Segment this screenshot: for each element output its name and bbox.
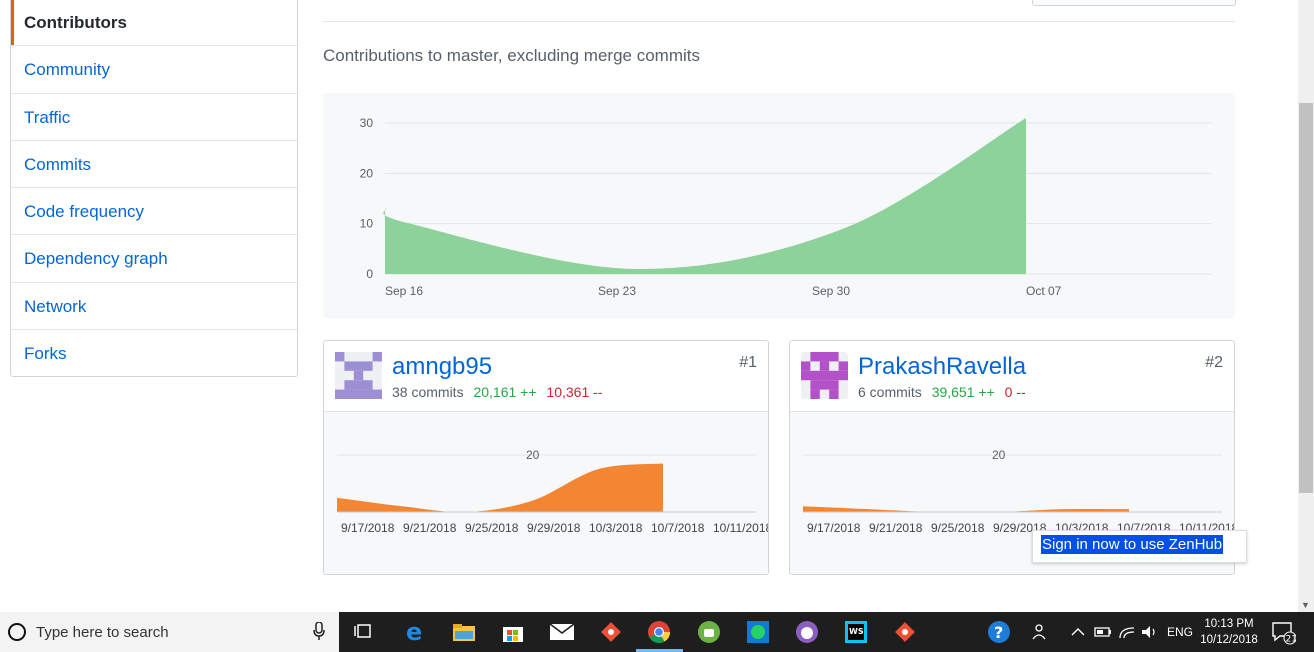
notification-count: 21 [1286, 635, 1297, 645]
zenhub-signin-prompt[interactable]: Sign in now to use ZenHub [1032, 530, 1247, 563]
volume-icon[interactable] [1134, 617, 1164, 647]
scroll-down-arrow-icon[interactable]: ▼ [1301, 600, 1310, 610]
x-tick-label: 9/25/2018 [465, 521, 519, 535]
mail-icon[interactable] [547, 617, 577, 647]
additions-count: 20,161 ++ [473, 384, 537, 400]
header-divider [323, 21, 1235, 22]
taskbar-clock[interactable]: 10:13 PM 10/12/2018 [1198, 616, 1260, 648]
taskbar-search-placeholder: Type here to search [36, 624, 169, 641]
contributor-card: amngb95 38 commits 20,161 ++ 10,361 -- #… [323, 340, 769, 575]
contributor-stats: 6 commits 39,651 ++ 0 -- [858, 384, 1026, 400]
y-tick-label: 0 [366, 267, 373, 281]
x-tick-label: Sep 23 [598, 284, 636, 298]
commits-link[interactable]: 6 commits [858, 384, 922, 400]
deletions-count: 10,361 -- [546, 384, 603, 400]
y-tick-label: 20 [360, 166, 374, 180]
x-tick-label: 10/7/2018 [651, 521, 705, 535]
contributor-rank: #2 [1205, 354, 1223, 371]
x-tick-label: 10/3/2018 [589, 521, 643, 535]
contributions-chart-svg: 0 10 20 30 Sep 16 Sep 23 Sep 30 Oct 07 [360, 116, 1211, 298]
x-tick-label: Oct 07 [1026, 284, 1062, 298]
taskbar-search-box[interactable]: Type here to search [0, 612, 339, 652]
sidebar-item-community[interactable]: Community [11, 45, 297, 92]
additions-count: 39,651 ++ [931, 384, 995, 400]
file-explorer-icon[interactable] [449, 617, 479, 647]
edge-browser-icon[interactable]: e [400, 617, 430, 647]
y-tick-label: 10 [360, 217, 374, 231]
contributions-chart: 0 10 20 30 Sep 16 Sep 23 Sep 30 Oct 07 [323, 93, 1235, 318]
identicon-amngb95 [335, 352, 382, 399]
sidebar-item-code-frequency[interactable]: Code frequency [11, 187, 297, 234]
contributor-name-link[interactable]: amngb95 [392, 353, 492, 381]
contributor-chart: 20 9/17/2018 9/21/2018 9/25/2018 9/29/2018 10… [324, 412, 769, 574]
page-scrollbar[interactable]: ▼ [1298, 0, 1314, 612]
contributor-header: PrakashRavella 6 commits 39,651 ++ 0 -- … [790, 341, 1234, 412]
avatar[interactable] [801, 352, 848, 399]
task-view-icon[interactable] [349, 617, 379, 647]
contributor-chart-svg: 20 9/17/2018 9/21/2018 9/25/2018 9/29/2018 10… [337, 448, 769, 535]
series-area [337, 463, 663, 513]
sidebar-item-contributors[interactable]: Contributors [11, 0, 297, 46]
series-area [803, 506, 1129, 513]
contributor-name-link[interactable]: PrakashRavella [858, 353, 1026, 381]
deletions-count: 0 -- [1004, 384, 1026, 400]
avatar[interactable] [335, 352, 382, 399]
git-gui-icon[interactable] [890, 617, 920, 647]
git-app-icon[interactable] [596, 617, 626, 647]
scrollbar-thumb[interactable] [1299, 103, 1313, 493]
x-tick-label: 9/29/2018 [527, 521, 581, 535]
android-studio-icon[interactable] [694, 617, 724, 647]
commits-link[interactable]: 38 commits [392, 384, 464, 400]
svg-text:e: e [406, 620, 422, 644]
series-area [383, 117, 1027, 274]
x-tick-label: Sep 16 [385, 284, 423, 298]
clock-time: 10:13 PM [1204, 618, 1254, 630]
x-tick-label: 9/21/2018 [869, 521, 923, 535]
x-tick-label: 9/25/2018 [931, 521, 985, 535]
help-icon[interactable]: ? [984, 617, 1014, 647]
sidebar-item-dependency-graph[interactable]: Dependency graph [11, 234, 297, 281]
people-icon[interactable] [1026, 617, 1056, 647]
sidebar-item-traffic[interactable]: Traffic [11, 92, 297, 140]
cortana-icon [8, 623, 26, 641]
windows-taskbar: Type here to search e WS ? ENG 10:13 PM … [0, 612, 1314, 652]
y-tick-label: 30 [360, 116, 374, 130]
microsoft-store-icon[interactable] [498, 617, 528, 647]
x-tick-label: Sep 30 [812, 284, 850, 298]
input-language[interactable]: ENG [1167, 625, 1193, 639]
svg-text:?: ? [994, 623, 1003, 642]
x-tick-label: 10/11/2018 [713, 521, 769, 535]
svg-text:WS: WS [849, 627, 864, 636]
github-desktop-icon[interactable] [792, 617, 822, 647]
sidebar-item-network[interactable]: Network [11, 281, 297, 329]
sidebar-item-forks[interactable]: Forks [11, 329, 297, 376]
sidebar-item-commits[interactable]: Commits [11, 139, 297, 187]
graphs-sidebar-menu: Contributors Community Traffic Commits C… [10, 0, 298, 378]
microphone-icon[interactable] [313, 622, 325, 640]
identicon-prakashravella [801, 352, 848, 399]
clock-date: 10/12/2018 [1200, 634, 1258, 646]
x-tick-label: 9/17/2018 [341, 521, 395, 535]
contributor-header: amngb95 38 commits 20,161 ++ 10,361 -- #… [324, 341, 768, 412]
x-tick-label: 9/21/2018 [403, 521, 457, 535]
contributions-subtitle: Contributions to master, excluding merge… [323, 46, 700, 65]
period-select-button[interactable] [1032, 0, 1236, 6]
y-tick-label: 20 [992, 448, 1006, 462]
zenhub-signin-text[interactable]: Sign in now to use ZenHub [1041, 535, 1224, 554]
whatsapp-icon[interactable] [743, 617, 773, 647]
x-tick-label: 9/17/2018 [807, 521, 861, 535]
chrome-icon[interactable] [644, 617, 674, 647]
y-tick-label: 20 [526, 448, 540, 462]
contributor-rank: #1 [739, 354, 757, 371]
action-center-icon[interactable]: 21 [1268, 617, 1298, 647]
contributor-stats: 38 commits 20,161 ++ 10,361 -- [392, 384, 602, 400]
webstorm-icon[interactable]: WS [841, 617, 871, 647]
